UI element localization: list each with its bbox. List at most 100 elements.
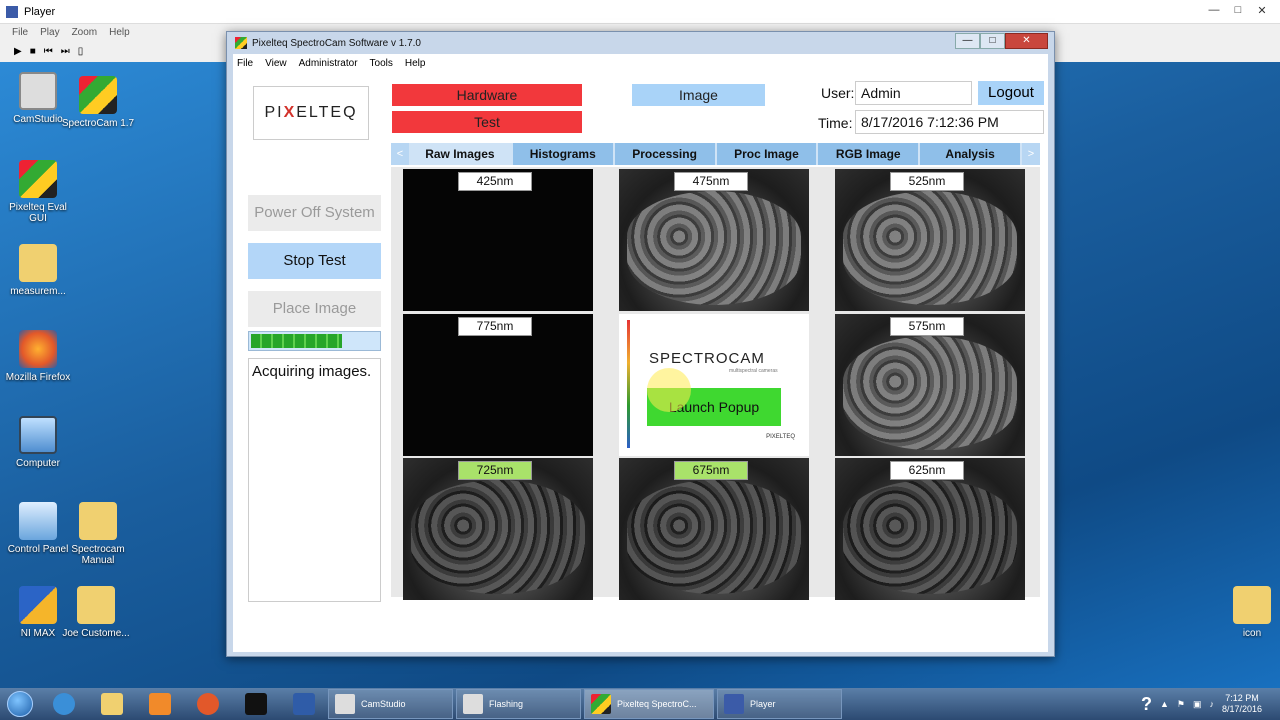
spectrocam-s-icon[interactable] [280,688,328,720]
network-icon[interactable]: ▣ [1193,699,1202,710]
place-image-button[interactable]: Place Image [248,291,381,327]
start-button[interactable] [0,688,40,720]
test-indicator[interactable]: Test [392,111,582,133]
desktop-icon-firefox[interactable]: Mozilla Firefox [0,330,76,383]
acquisition-progress-bar [248,331,381,351]
task-pixelteq[interactable]: Pixelteq SpectroC... [584,689,714,719]
help-icon[interactable]: ? [1141,694,1152,715]
view-tabs: < Raw Images Histograms Processing Proc … [391,143,1040,165]
desktop-icon-computer[interactable]: Computer [0,416,76,469]
maximize-icon[interactable]: □ [1228,4,1248,17]
player-menu-file[interactable]: File [12,27,28,38]
minimize-icon[interactable]: — [1204,4,1224,17]
flashing-icon [463,694,483,714]
player-icon [724,694,744,714]
logo-text-right: ELTEQ [296,104,358,121]
clock[interactable]: 7:12 PM 8/17/2016 [1222,693,1262,715]
terminal-icon[interactable] [232,688,280,720]
task-flashing[interactable]: Flashing [456,689,581,719]
task-label: Pixelteq SpectroC... [617,699,697,709]
pixelteq-logo: PI X ELTEQ [253,86,369,140]
desktop-icon-pixelteq-eval[interactable]: Pixelteq Eval GUI [0,160,76,224]
task-camstudio[interactable]: CamStudio [328,689,453,719]
logout-button[interactable]: Logout [978,81,1044,105]
wavelength-label: 725nm [458,461,532,480]
tray-expand-icon[interactable]: ▲ [1160,699,1169,709]
explorer-icon[interactable] [88,688,136,720]
player-menu-zoom[interactable]: Zoom [72,27,98,38]
status-textbox: Acquiring images. [248,358,381,602]
user-field[interactable]: Admin [855,81,972,105]
desktop-icon-spectrocam[interactable]: SpectroCam 1.7 [60,76,136,129]
minimize-icon[interactable]: — [955,33,980,49]
close-icon[interactable]: ✕ [1005,33,1048,49]
spectrum-bar [627,320,630,448]
stop-test-button[interactable]: Stop Test [248,243,381,279]
image-cell-775nm[interactable]: 775nm [403,314,593,456]
desktop-icon-spectrocam-manual[interactable]: Spectrocam Manual [60,502,136,566]
image-cell-725nm[interactable]: 725nm [403,458,593,600]
firefox-icon[interactable] [184,688,232,720]
image-cell-575nm[interactable]: 575nm [835,314,1025,456]
raw-images-grid: 425nm 475nm 525nm 775nm SPECTROCAM multi… [391,167,1040,600]
folder-icon [19,244,57,282]
ie-icon[interactable] [40,688,88,720]
prev-icon[interactable]: ⏮ [44,46,53,57]
splash-logo-small: PIXELTEQ [766,434,795,440]
tab-scroll-right-icon[interactable]: > [1022,143,1040,165]
power-off-system-button[interactable]: Power Off System [248,195,381,231]
app-icon [235,37,247,49]
image-cell-675nm[interactable]: 675nm [619,458,809,600]
wavelength-label: 625nm [890,461,964,480]
player-menu-play[interactable]: Play [40,27,59,38]
volume-icon[interactable]: ♪ [1209,699,1214,709]
desktop-icon-measurement[interactable]: measurem... [0,244,76,297]
image-cell-475nm[interactable]: 475nm [619,169,809,311]
image-cell-425nm[interactable]: 425nm [403,169,593,311]
menu-help[interactable]: Help [405,58,426,69]
image-cell-625nm[interactable]: 625nm [835,458,1025,600]
image-cell-525nm[interactable]: 525nm [835,169,1025,311]
task-label: Player [750,699,776,709]
pixelteq-icon [591,694,611,714]
menu-tools[interactable]: Tools [370,58,393,69]
flag-icon[interactable]: ⚑ [1177,699,1185,710]
desktop-icon-label: SpectroCam 1.7 [61,118,135,129]
folder-icon [1233,586,1271,624]
player-menu-help[interactable]: Help [109,27,130,38]
task-label: Flashing [489,699,524,709]
desktop-icon-label: Computer [16,458,60,469]
ni-max-icon [19,586,57,624]
spectrocam-window: Pixelteq SpectroCam Software v 1.7.0 — □… [226,31,1055,657]
tab-histograms[interactable]: Histograms [512,143,613,165]
tab-analysis[interactable]: Analysis [920,143,1021,165]
next-icon[interactable]: ⏭ [61,46,70,57]
camstudio-icon [335,694,355,714]
desktop-icon-label: Mozilla Firefox [5,372,71,383]
user-label: User: [821,85,855,101]
cursor-highlight [647,368,691,412]
logo-x: X [283,104,297,121]
desktop-icon-label: measurem... [10,286,66,297]
tab-processing[interactable]: Processing [614,143,715,165]
image-indicator[interactable]: Image [632,84,765,106]
tab-proc-image[interactable]: Proc Image [716,143,817,165]
media-player-icon[interactable] [136,688,184,720]
maximize-icon[interactable]: □ [980,33,1005,49]
menu-administrator[interactable]: Administrator [299,58,358,69]
tab-rgb-image[interactable]: RGB Image [818,143,919,165]
desktop-icon-joe-customer[interactable]: Joe Custome... [58,586,134,639]
play-icon[interactable]: ▶ [14,46,22,57]
player-titlebar: Player — □ ✕ [0,0,1280,24]
close-icon[interactable]: ✕ [1252,4,1272,17]
desktop-icon-icon[interactable]: icon [1214,586,1280,639]
task-player[interactable]: Player [717,689,842,719]
tab-scroll-left-icon[interactable]: < [391,143,409,165]
tab-raw-images[interactable]: Raw Images [408,143,511,165]
stop-icon[interactable]: ■ [30,46,36,57]
menu-file[interactable]: File [237,58,253,69]
folder-icon [79,502,117,540]
seek-slider[interactable]: ▯ [78,46,84,57]
menu-view[interactable]: View [265,58,287,69]
hardware-indicator[interactable]: Hardware [392,84,582,106]
